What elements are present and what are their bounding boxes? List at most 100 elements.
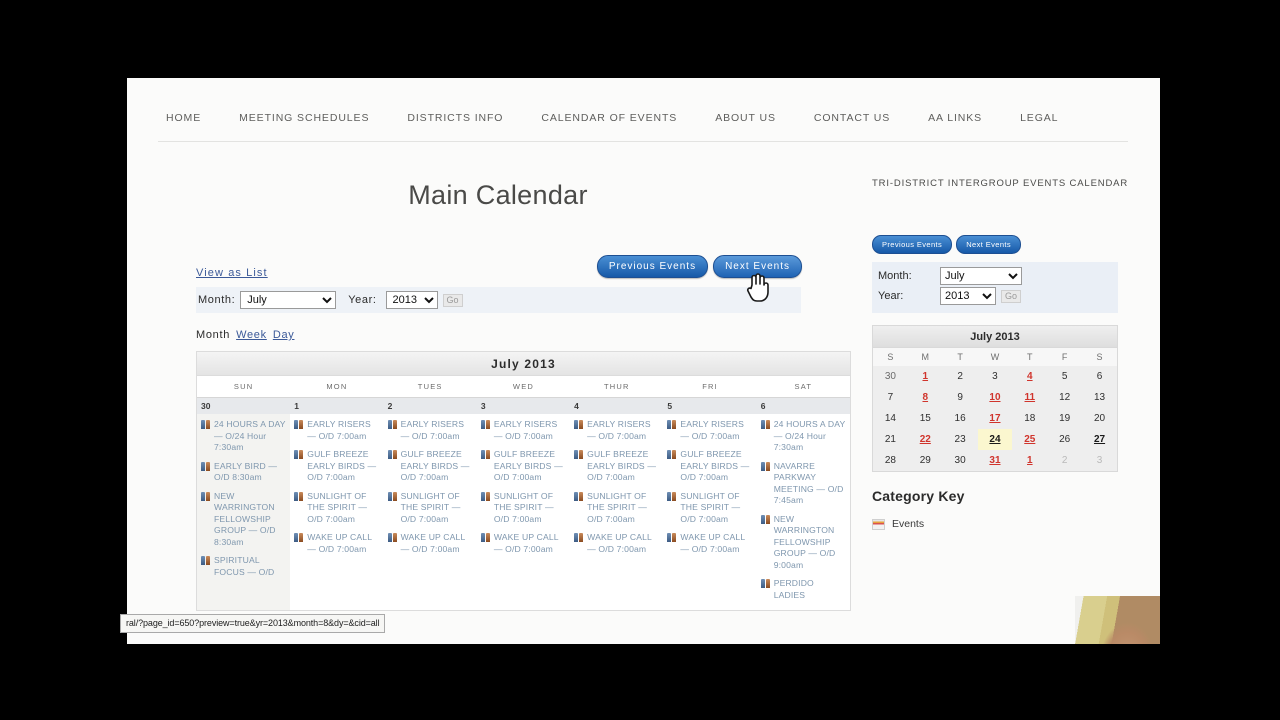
mini-cal-day-17[interactable]: 17 xyxy=(977,408,1013,429)
calendar-event[interactable]: GULF BREEZE EARLY BIRDS — O/D 7:00am xyxy=(294,449,379,484)
calendar-event[interactable]: NAVARRE PARKWAY MEETING — O/D 7:45am xyxy=(760,461,846,507)
calendar-event[interactable]: GULF BREEZE EARLY BIRDS — O/D 7:00am xyxy=(387,449,473,484)
calendar-event[interactable]: SUNLIGHT OF THE SPIRIT — O/D 7:00am xyxy=(574,491,659,526)
nav-districts-info[interactable]: DISTRICTS INFO xyxy=(407,112,503,124)
nav-calendar-of-events[interactable]: CALENDAR OF EVENTS xyxy=(541,112,677,124)
mini-cal-day-3[interactable]: 3 xyxy=(1082,450,1117,471)
calendar-event[interactable]: SUNLIGHT OF THE SPIRIT — O/D 7:00am xyxy=(387,491,473,526)
mini-cal-day-23[interactable]: 23 xyxy=(942,429,978,450)
mini-cal-day-5[interactable]: 5 xyxy=(1047,366,1083,387)
year-select[interactable]: 2013 xyxy=(385,291,438,309)
calendar-event[interactable]: GULF BREEZE EARLY BIRDS — O/D 7:00am xyxy=(574,449,659,484)
calendar-event[interactable]: SPIRITUAL FOCUS — O/D xyxy=(201,555,286,578)
date-cell-2[interactable]: 2 xyxy=(384,398,477,414)
tab-week[interactable]: Week xyxy=(236,329,267,341)
mini-cal-day-2[interactable]: 2 xyxy=(942,366,978,387)
previous-events-button[interactable]: Previous Events xyxy=(596,255,709,278)
mini-cal-day-27[interactable]: 27 xyxy=(1082,429,1117,450)
mini-cal-day-14[interactable]: 14 xyxy=(873,408,908,429)
view-as-list-link[interactable]: View as List xyxy=(196,267,268,279)
calendar-event[interactable]: 24 HOURS A DAY — O/24 Hour 7:30am xyxy=(201,419,286,454)
nav-contact-us[interactable]: CONTACT US xyxy=(814,112,890,124)
mini-cal-day-18[interactable]: 18 xyxy=(1012,408,1048,429)
mini-cal-day-7[interactable]: 7 xyxy=(873,387,908,408)
mini-cal-day-1[interactable]: 1 xyxy=(1012,450,1048,471)
month-label: Month: xyxy=(198,294,236,306)
mini-cal-day-21[interactable]: 21 xyxy=(873,429,908,450)
sidebar: TRI-DISTRICT INTERGROUP EVENTS CALENDAR … xyxy=(872,178,1137,530)
mini-cal-day-8[interactable]: 8 xyxy=(907,387,943,408)
calendar-event-label: EARLY BIRD — O/D 8:30am xyxy=(214,460,278,483)
mini-cal-day-13[interactable]: 13 xyxy=(1082,387,1117,408)
month-select[interactable]: July xyxy=(240,291,337,309)
nav-meeting-schedules[interactable]: MEETING SCHEDULES xyxy=(239,112,369,124)
mini-cal-day-30[interactable]: 30 xyxy=(873,366,908,387)
mini-cal-day-9[interactable]: 9 xyxy=(942,387,978,408)
tab-day[interactable]: Day xyxy=(273,329,295,341)
mini-cal-day-31[interactable]: 31 xyxy=(977,450,1013,471)
mini-cal-day-28[interactable]: 28 xyxy=(873,450,908,471)
mini-cal-day-11[interactable]: 11 xyxy=(1012,387,1048,408)
day-header-sun: SUN xyxy=(233,382,254,391)
sidebar-previous-events-button[interactable]: Previous Events xyxy=(872,235,953,254)
mini-cal-day-12[interactable]: 12 xyxy=(1047,387,1083,408)
calendar-event[interactable]: EARLY RISERS — O/D 7:00am xyxy=(294,419,379,442)
date-cell-3[interactable]: 3 xyxy=(477,398,570,414)
calendar-event[interactable]: EARLY RISERS — O/D 7:00am xyxy=(480,419,566,442)
mini-cal-day-1[interactable]: 1 xyxy=(907,366,943,387)
screen: HOME MEETING SCHEDULES DISTRICTS INFO CALEN… xyxy=(0,0,1280,720)
date-cell-30[interactable]: 30 xyxy=(197,398,290,414)
category-swatch-icon xyxy=(872,518,885,530)
nav-about-us[interactable]: ABOUT US xyxy=(715,112,776,124)
sidebar-month-select[interactable]: July xyxy=(940,267,1022,285)
calendar-event[interactable]: EARLY RISERS — O/D 7:00am xyxy=(387,419,473,442)
mini-cal-day-19[interactable]: 19 xyxy=(1047,408,1083,429)
event-category-icon xyxy=(294,491,305,502)
mini-cal-day-2[interactable]: 2 xyxy=(1047,450,1083,471)
date-cell-4[interactable]: 4 xyxy=(570,398,663,414)
calendar-event[interactable]: PERDIDO LADIES xyxy=(760,578,846,601)
calendar-event[interactable]: SUNLIGHT OF THE SPIRIT — O/D 7:00am xyxy=(667,491,752,526)
calendar-event[interactable]: SUNLIGHT OF THE SPIRIT — O/D 7:00am xyxy=(294,491,379,526)
calendar-event[interactable]: 24 HOURS A DAY — O/24 Hour 7:30am xyxy=(760,419,846,454)
mini-cal-day-16[interactable]: 16 xyxy=(942,408,978,429)
mini-cal-day-30[interactable]: 30 xyxy=(942,450,978,471)
calendar-event[interactable]: WAKE UP CALL — O/D 7:00am xyxy=(387,532,473,555)
calendar-event[interactable]: EARLY RISERS — O/D 7:00am xyxy=(667,419,752,442)
sidebar-year-select[interactable]: 2013 xyxy=(940,287,996,305)
calendar-event[interactable]: GULF BREEZE EARLY BIRDS — O/D 7:00am xyxy=(480,449,566,484)
mini-cal-day-20[interactable]: 20 xyxy=(1082,408,1117,429)
calendar-event[interactable]: WAKE UP CALL — O/D 7:00am xyxy=(480,532,566,555)
nav-aa-links[interactable]: AA LINKS xyxy=(928,112,982,124)
mini-cal-day-15[interactable]: 15 xyxy=(907,408,943,429)
date-cell-5[interactable]: 5 xyxy=(663,398,756,414)
calendar-event[interactable]: WAKE UP CALL — O/D 7:00am xyxy=(574,532,659,555)
mini-cal-day-24[interactable]: 24 xyxy=(977,429,1013,450)
nav-home[interactable]: HOME xyxy=(166,112,201,124)
calendar-event[interactable]: SUNLIGHT OF THE SPIRIT — O/D 7:00am xyxy=(480,491,566,526)
mini-cal-day-29[interactable]: 29 xyxy=(907,450,943,471)
mini-cal-day-25[interactable]: 25 xyxy=(1012,429,1048,450)
mini-cal-day-22[interactable]: 22 xyxy=(907,429,943,450)
calendar-event[interactable]: EARLY BIRD — O/D 8:30am xyxy=(201,461,286,484)
mini-cal-day-10[interactable]: 10 xyxy=(977,387,1013,408)
mini-cal-day-3[interactable]: 3 xyxy=(977,366,1013,387)
date-cell-1[interactable]: 1 xyxy=(290,398,383,414)
go-button[interactable]: Go xyxy=(442,293,463,307)
event-category-icon xyxy=(387,533,399,543)
nav-legal[interactable]: LEGAL xyxy=(1020,112,1058,124)
sidebar-next-events-button[interactable]: Next Events xyxy=(956,235,1022,254)
mini-cal-day-4[interactable]: 4 xyxy=(1012,366,1048,387)
sidebar-go-button[interactable]: Go xyxy=(1001,289,1022,303)
calendar-event[interactable]: WAKE UP CALL — O/D 7:00am xyxy=(294,532,379,555)
calendar-event[interactable]: WAKE UP CALL — O/D 7:00am xyxy=(667,532,752,555)
date-cell-6[interactable]: 6 xyxy=(757,398,850,414)
calendar-event[interactable]: GULF BREEZE EARLY BIRDS — O/D 7:00am xyxy=(667,449,752,484)
calendar-view-tabs: Month Week Day xyxy=(158,329,848,341)
calendar-event[interactable]: NEW WARRINGTON FELLOWSHIP GROUP — O/D 9:… xyxy=(760,514,846,572)
mini-cal-day-26[interactable]: 26 xyxy=(1047,429,1083,450)
mini-cal-day-6[interactable]: 6 xyxy=(1082,366,1117,387)
tab-month[interactable]: Month xyxy=(196,329,230,341)
calendar-event[interactable]: EARLY RISERS — O/D 7:00am xyxy=(574,419,659,442)
calendar-event[interactable]: NEW WARRINGTON FELLOWSHIP GROUP — O/D 8:… xyxy=(201,491,286,549)
